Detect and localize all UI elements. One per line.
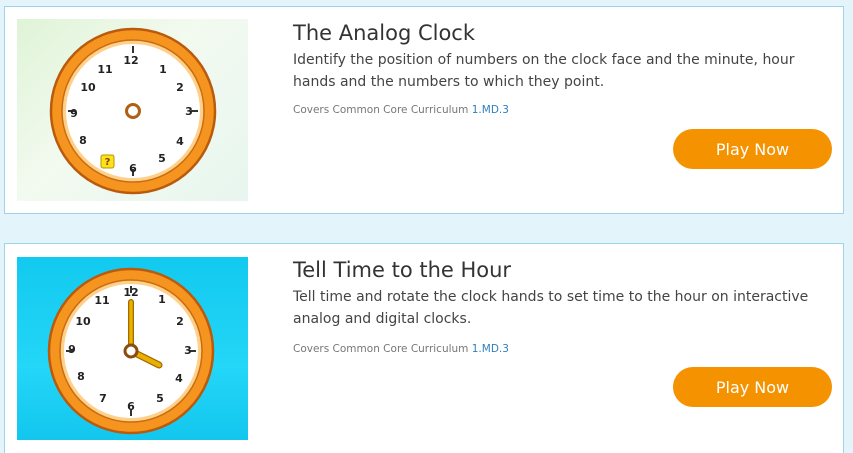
clock-number: 12 xyxy=(123,286,138,299)
clock-number: 11 xyxy=(97,63,112,76)
clock-number: 2 xyxy=(176,315,184,328)
game-thumbnail[interactable]: 12 1 2 3 4 5 6 8 9 10 11 ? xyxy=(17,19,248,201)
clock-number: 2 xyxy=(176,81,184,94)
game-title[interactable]: The Analog Clock xyxy=(293,21,475,45)
clock-number: 4 xyxy=(175,372,183,385)
clock-number: 3 xyxy=(185,105,193,118)
clock-number: 6 xyxy=(127,400,135,413)
clock-number: 1 xyxy=(158,293,166,306)
standard-link[interactable]: 1.MD.3 xyxy=(472,104,509,116)
clock-number: 10 xyxy=(75,315,91,328)
game-description: Tell time and rotate the clock hands to … xyxy=(293,289,809,327)
standard-prefix: Covers Common Core Curriculum xyxy=(293,343,469,355)
clock-number: 4 xyxy=(176,135,184,148)
clock-number: 12 xyxy=(123,54,138,67)
clock-number: 9 xyxy=(68,343,76,356)
game-thumbnail[interactable]: 12 1 2 3 4 5 6 7 8 9 10 11 xyxy=(17,257,248,440)
game-description: Identify the position of numbers on the … xyxy=(293,52,795,90)
question-icon: ? xyxy=(105,157,111,168)
standard-prefix: Covers Common Core Curriculum xyxy=(293,104,469,116)
clock-illustration: 12 1 2 3 4 5 6 8 9 10 11 ? xyxy=(49,27,217,195)
play-now-button[interactable]: Play Now xyxy=(673,129,832,169)
clock-number: 7 xyxy=(99,392,107,405)
clock-illustration: 12 1 2 3 4 5 6 7 8 9 10 11 xyxy=(47,267,215,435)
clock-number: 3 xyxy=(184,344,192,357)
clock-center xyxy=(123,343,139,359)
clock-number: 8 xyxy=(77,370,85,383)
clock-number: 11 xyxy=(94,294,109,307)
game-title[interactable]: Tell Time to the Hour xyxy=(293,258,511,282)
game-card-tell-time: 12 1 2 3 4 5 6 7 8 9 10 11 Tell Time to … xyxy=(4,243,844,453)
game-card-analog-clock: 12 1 2 3 4 5 6 8 9 10 11 ? The Analog Cl… xyxy=(4,6,844,214)
clock-number: 5 xyxy=(156,392,164,405)
standard-link[interactable]: 1.MD.3 xyxy=(472,343,509,355)
clock-number: 10 xyxy=(80,81,96,94)
clock-number: 1 xyxy=(159,63,167,76)
clock-number: 5 xyxy=(158,152,166,165)
clock-number: 8 xyxy=(79,134,87,147)
clock-number: 6 xyxy=(129,162,137,175)
play-now-button[interactable]: Play Now xyxy=(673,367,832,407)
clock-number: 9 xyxy=(70,107,78,120)
curriculum-standard: Covers Common Core Curriculum 1.MD.3 xyxy=(293,343,509,355)
curriculum-standard: Covers Common Core Curriculum 1.MD.3 xyxy=(293,104,509,116)
